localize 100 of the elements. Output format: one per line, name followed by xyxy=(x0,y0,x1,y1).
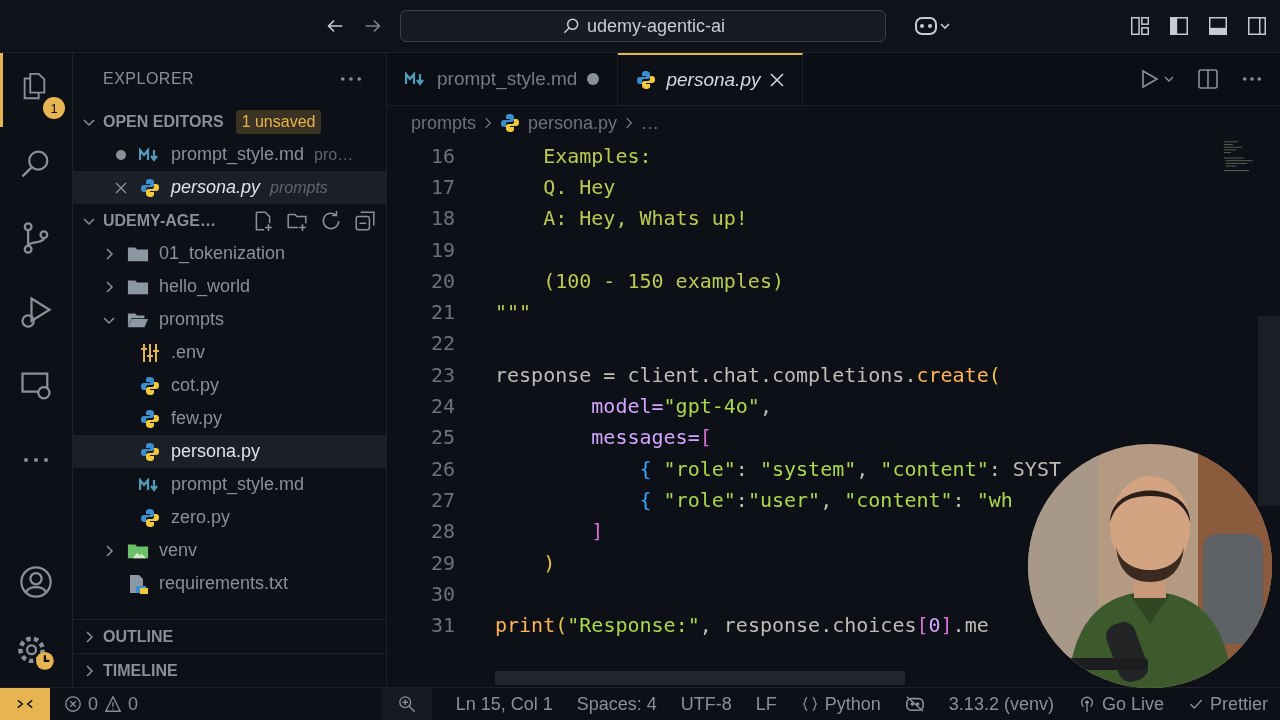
python-icon xyxy=(139,375,161,396)
editor-tab[interactable]: persona.py xyxy=(618,53,804,105)
line-number: 17 xyxy=(429,174,455,199)
code-line: response = client.chat.completions.create( xyxy=(495,362,1001,387)
tree-item[interactable]: .env xyxy=(73,336,386,369)
file-name: cot.py xyxy=(171,375,220,396)
markdown-icon xyxy=(139,147,161,162)
python-icon xyxy=(500,113,521,133)
code-line: { "role":"user", "content": "wh xyxy=(638,487,1013,512)
code-line: """ xyxy=(495,300,532,325)
tree-item[interactable]: 01_tokenization xyxy=(73,237,386,270)
line-number: 30 xyxy=(429,581,455,606)
zoom-button[interactable] xyxy=(381,688,432,720)
line-number: 22 xyxy=(429,331,455,356)
open-editor-item[interactable]: prompt_style.md pro… xyxy=(73,138,386,171)
code-line: { "role": "system", "content": SYST xyxy=(638,456,1061,481)
split-editor-icon[interactable] xyxy=(1198,69,1218,89)
status-item[interactable]: UTF-8 xyxy=(668,693,744,715)
code-line: Q. Hey xyxy=(542,174,616,199)
sidebar-toggle-icon[interactable] xyxy=(1168,15,1190,37)
tree-item[interactable]: cot.py xyxy=(73,369,386,402)
line-number: 29 xyxy=(429,550,455,575)
more-icon[interactable] xyxy=(1242,76,1262,82)
tree-item[interactable]: persona.py xyxy=(73,435,386,468)
tree-item[interactable]: prompts xyxy=(73,303,386,336)
notification-badge: 1 xyxy=(43,97,65,119)
chevron-icon xyxy=(484,116,493,130)
status-item[interactable]: 3.13.2 (venv) xyxy=(936,693,1066,715)
folder-hint: prompts xyxy=(270,178,328,197)
python-icon xyxy=(636,70,657,90)
warning-icon xyxy=(104,695,122,713)
section-header[interactable]: OUTLINE xyxy=(73,619,386,653)
collapse-all-icon[interactable] xyxy=(354,209,376,232)
breadcrumb[interactable]: prompts xyxy=(411,112,477,134)
panel-toggle-icon[interactable] xyxy=(1207,15,1229,37)
code-line: Examples: xyxy=(542,143,652,168)
file-name: prompts xyxy=(159,309,225,330)
code-line: ) xyxy=(542,550,556,575)
folder-hint: pro… xyxy=(314,145,354,164)
unsaved-dot-icon xyxy=(115,148,127,161)
section-header[interactable]: OPEN EDITORS 1 unsaved xyxy=(73,105,386,138)
sliders-icon xyxy=(139,342,161,363)
file-name: hello_world xyxy=(159,276,251,297)
file-name: persona.py xyxy=(171,177,261,198)
refresh-icon[interactable] xyxy=(320,209,342,232)
run-icon[interactable] xyxy=(1140,69,1174,89)
close-icon[interactable] xyxy=(770,73,785,87)
remote-button[interactable] xyxy=(0,688,50,720)
prettier-status[interactable]: Prettier xyxy=(1175,693,1280,715)
python-icon xyxy=(139,507,161,528)
file-name: prompt_style.md xyxy=(171,474,305,495)
section-header[interactable]: TIMELINE xyxy=(73,653,386,687)
zoom-icon xyxy=(397,695,416,713)
language-mode[interactable]: Python xyxy=(788,693,893,715)
unsaved-badge: 1 unsaved xyxy=(235,109,322,134)
tree-item[interactable]: prompt_style.md xyxy=(73,468,386,501)
go-live-button[interactable]: Go Live xyxy=(1065,693,1176,715)
open-editor-item[interactable]: persona.py prompts xyxy=(73,171,386,204)
workspace-title[interactable]: UDEMY-AGE… xyxy=(103,211,216,230)
file-name: .env xyxy=(171,342,206,363)
layout-icon[interactable] xyxy=(1129,15,1151,37)
breadcrumb[interactable]: persona.py xyxy=(528,112,618,134)
scrollbar-thumb[interactable] xyxy=(1258,316,1280,506)
line-number: 23 xyxy=(429,362,455,387)
secondary-sidebar-icon[interactable] xyxy=(1246,15,1268,37)
line-number: 27 xyxy=(429,487,455,512)
explorer-title: EXPLORER xyxy=(103,70,195,88)
file-name: requirements.txt xyxy=(159,573,289,594)
tree-item[interactable]: requirements.txt xyxy=(73,567,386,600)
status-item[interactable]: LF xyxy=(743,693,789,715)
tree-item[interactable]: zero.py xyxy=(73,501,386,534)
tree-item[interactable]: hello_world xyxy=(73,270,386,303)
line-number: 25 xyxy=(429,425,455,450)
more-icon[interactable] xyxy=(340,76,362,82)
error-icon xyxy=(64,695,82,713)
python-icon xyxy=(139,177,161,198)
python-icon xyxy=(139,441,161,462)
document-icon xyxy=(127,573,149,594)
code-line: model="gpt-4o", xyxy=(590,394,772,418)
close-icon[interactable] xyxy=(115,181,127,194)
run-debug-icon[interactable] xyxy=(18,294,54,330)
code-line: ] xyxy=(590,519,604,544)
code-line: (100 - 150 examples) xyxy=(542,268,784,293)
file-name: 01_tokenization xyxy=(159,243,286,264)
breadcrumb[interactable]: … xyxy=(641,112,660,134)
unsaved-dot-icon xyxy=(587,73,600,85)
tree-item[interactable]: venv xyxy=(73,534,386,567)
chevron-icon xyxy=(625,116,634,130)
markdown-icon xyxy=(405,72,427,86)
problems-status[interactable]: 0 0 xyxy=(50,693,153,715)
file-name: persona.py xyxy=(171,441,261,462)
tree-item[interactable]: few.py xyxy=(73,402,386,435)
status-item[interactable]: Ln 15, Col 1 xyxy=(443,693,565,715)
status-item[interactable]: Spaces: 4 xyxy=(564,693,669,715)
line-number: 31 xyxy=(429,613,455,638)
file-name: prompt_style.md xyxy=(171,144,305,165)
search-field[interactable]: udemy-agentic-ai xyxy=(400,10,886,42)
account-icon[interactable] xyxy=(18,564,54,600)
line-number: 24 xyxy=(429,394,455,418)
line-number: 19 xyxy=(429,237,455,262)
